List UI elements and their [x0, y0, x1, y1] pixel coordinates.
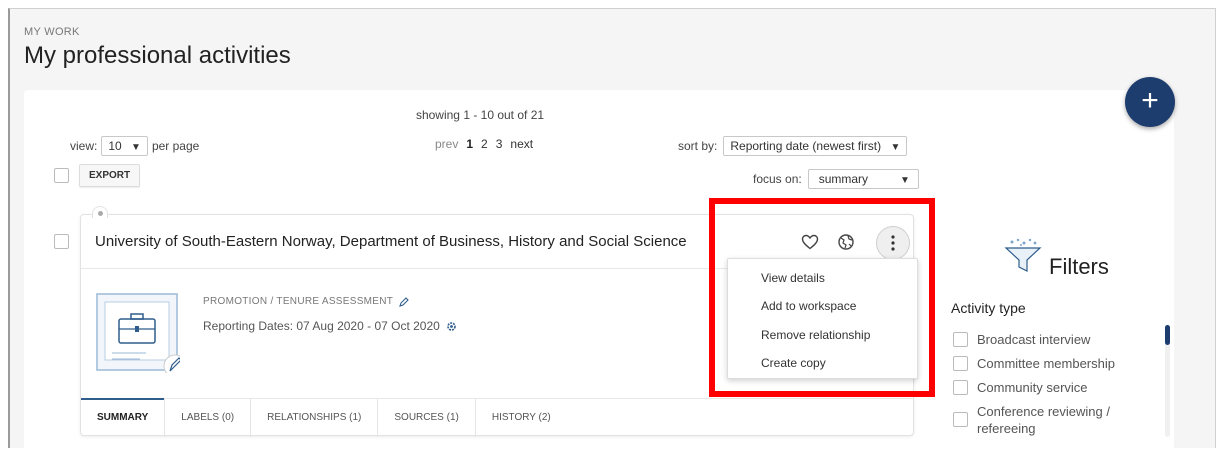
section-label: MY WORK [24, 26, 80, 38]
filter-checkbox[interactable] [953, 412, 968, 427]
next-page-link[interactable]: next [510, 137, 533, 151]
filter-option-broadcast-interview[interactable]: Broadcast interview [953, 331, 1090, 348]
page-link-2[interactable]: 2 [481, 137, 488, 151]
row-checkbox[interactable] [54, 234, 69, 249]
activity-title[interactable]: University of South-Eastern Norway, Depa… [95, 233, 687, 250]
tab-summary[interactable]: SUMMARY [81, 397, 166, 437]
page-link-3[interactable]: 3 [496, 137, 503, 151]
page-link-1[interactable]: 1 [466, 137, 473, 151]
focus-control: focus on: summary ▼ [753, 169, 919, 189]
results-count: showing 1 - 10 out of 21 [415, 108, 545, 122]
view-label: view: [70, 139, 98, 153]
filter-heading-activity-type: Activity type [951, 300, 1026, 316]
reporting-dates-text: Reporting Dates: 07 Aug 2020 - 07 Oct 20… [203, 319, 440, 333]
chevron-down-icon: ▼ [890, 142, 901, 153]
tab-relationships[interactable]: RELATIONSHIPS (1) [251, 398, 379, 437]
per-page-control: view: 10 ▼ per page [70, 136, 199, 156]
gear-icon[interactable] [446, 321, 457, 332]
filter-option-community-service[interactable]: Community service [953, 379, 1088, 396]
card-tabs: SUMMARY LABELS (0) RELATIONSHIPS (1) SOU… [81, 397, 913, 437]
filter-option-label: Committee membership [977, 356, 1115, 371]
activity-type-text: PROMOTION / TENURE ASSESSMENT [203, 296, 394, 307]
per-page-select[interactable]: 10 ▼ [101, 136, 148, 156]
sort-value: Reporting date (newest first) [730, 139, 882, 153]
pencil-icon[interactable] [399, 296, 409, 307]
filter-option-committee-membership[interactable]: Committee membership [953, 355, 1115, 372]
add-activity-button[interactable]: + [1125, 77, 1175, 127]
filter-option-conference-reviewing[interactable]: Conference reviewing / refereeing [953, 403, 1110, 437]
filter-funnel-icon [1004, 238, 1042, 272]
chevron-down-icon: ▼ [131, 142, 141, 153]
chevron-down-icon: ▼ [900, 175, 910, 186]
tab-sources[interactable]: SOURCES (1) [378, 398, 476, 437]
filters-scrollbar-thumb[interactable] [1165, 325, 1170, 345]
filter-option-label: Broadcast interview [977, 332, 1091, 347]
tab-labels[interactable]: LABELS (0) [165, 398, 252, 437]
activity-type-label: PROMOTION / TENURE ASSESSMENT [203, 296, 409, 307]
filter-checkbox[interactable] [953, 332, 968, 347]
prev-page-link[interactable]: prev [435, 137, 458, 151]
plus-icon: + [1141, 84, 1159, 117]
filter-checkbox[interactable] [953, 380, 968, 395]
status-dot [92, 206, 108, 218]
sort-control: sort by: Reporting date (newest first) ▼ [678, 136, 908, 156]
focus-value: summary [818, 172, 869, 186]
pager: prev 1 2 3 next [435, 137, 533, 151]
select-all-checkbox[interactable] [54, 168, 69, 183]
focus-select[interactable]: summary ▼ [807, 169, 919, 189]
tab-history[interactable]: HISTORY (2) [476, 399, 567, 437]
focus-label: focus on: [753, 172, 802, 186]
filter-checkbox[interactable] [953, 356, 968, 371]
per-page-value: 10 [108, 139, 122, 153]
filter-option-line-1: Conference reviewing / [977, 404, 1110, 419]
page-title: My professional activities [24, 42, 291, 69]
briefcase-icon [96, 293, 180, 373]
highlight-box [709, 198, 935, 397]
sort-select[interactable]: Reporting date (newest first) ▼ [723, 136, 908, 156]
reporting-dates: Reporting Dates: 07 Aug 2020 - 07 Oct 20… [203, 319, 457, 333]
filter-option-label: Conference reviewing / refereeing [977, 403, 1110, 437]
sort-label: sort by: [678, 139, 718, 153]
export-button[interactable]: EXPORT [79, 164, 141, 187]
filter-option-label: Community service [977, 380, 1088, 395]
per-page-label: per page [151, 139, 200, 153]
filters-title: Filters [1049, 254, 1109, 279]
filter-option-line-2: refereeing [977, 421, 1036, 436]
